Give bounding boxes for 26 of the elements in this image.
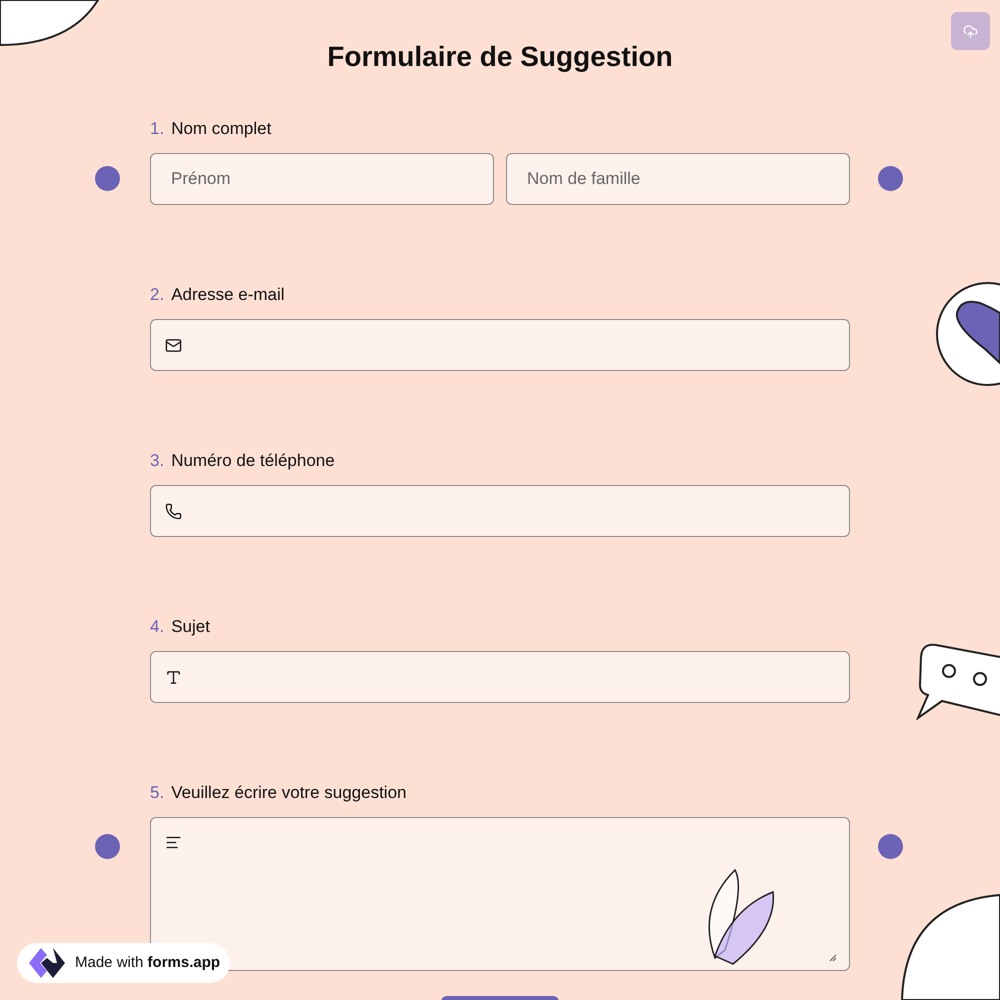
question-number: 4. (150, 616, 164, 638)
input-field[interactable] (150, 651, 850, 703)
form-title: Formulaire de Suggestion (327, 40, 673, 74)
question-number: 5. (150, 782, 164, 804)
input-field[interactable]: Nom de famille (506, 153, 850, 205)
upload-button[interactable] (951, 12, 990, 50)
badge-text: Made with forms.app (75, 952, 220, 973)
question-number: 3. (150, 450, 164, 472)
text-icon (165, 668, 182, 686)
envelope-icon (165, 336, 182, 354)
paragraph-icon (165, 834, 182, 851)
question-label: Numéro de téléphone (171, 450, 335, 472)
question-label: Adresse e-mail (171, 284, 285, 306)
question-label: Veuillez écrire votre suggestion (171, 782, 406, 804)
question-label: Sujet (171, 616, 210, 638)
input-field[interactable] (150, 485, 850, 537)
input-field[interactable]: Prénom (150, 153, 494, 205)
question-label: Nom complet (171, 118, 272, 140)
made-with-badge[interactable]: Made with forms.app (17, 943, 230, 983)
logo-icon (27, 946, 67, 980)
question-number: 1. (150, 118, 164, 140)
resize-handle-icon (829, 954, 837, 962)
phone-icon (165, 502, 182, 520)
question-number: 2. (150, 284, 164, 306)
input-field[interactable] (150, 319, 850, 371)
cloud-upload-icon (963, 24, 978, 38)
